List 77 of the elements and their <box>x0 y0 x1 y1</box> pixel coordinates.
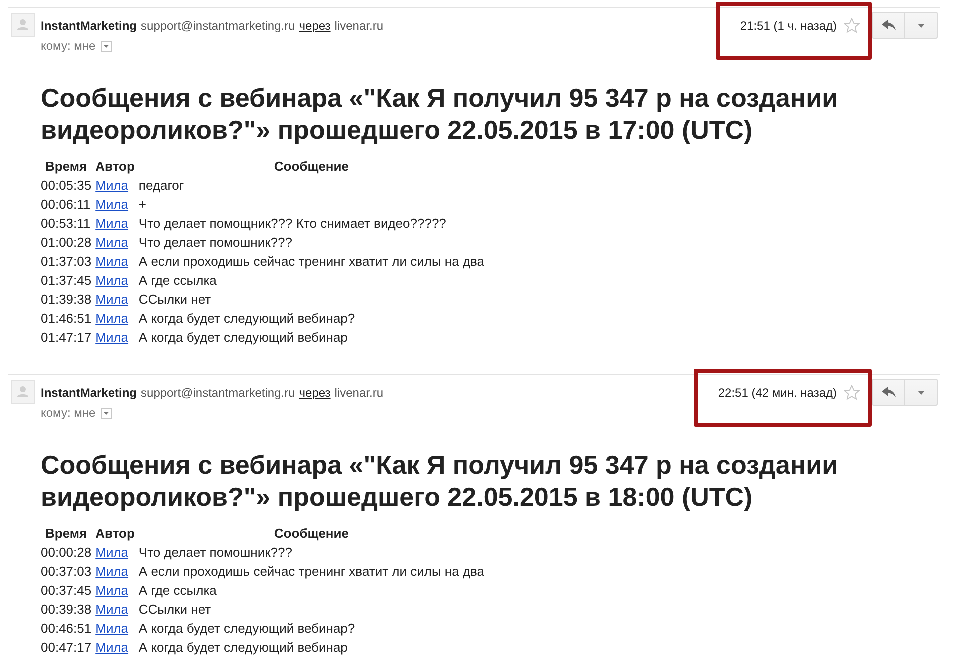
column-header: Сообщение <box>273 525 350 542</box>
reply-arrow-icon <box>882 20 896 31</box>
via-link[interactable]: через <box>299 19 331 33</box>
sender-name: InstantMarketing <box>41 19 138 33</box>
author-link[interactable]: Мила <box>96 545 129 560</box>
author-link[interactable]: Мила <box>96 330 129 345</box>
message-cell-text: А когда будет следующий вебинар? <box>138 310 356 327</box>
author-link[interactable]: Мила <box>96 583 129 598</box>
message-cell: А если проходишь сейчас тренинг хватит ли силы на два <box>138 563 486 580</box>
recipient-label: кому: мне <box>41 405 96 421</box>
avatar-icon <box>11 380 35 404</box>
time-cell: 01:00:28 <box>40 234 93 251</box>
reply-button[interactable] <box>872 379 905 406</box>
via-domain: livenar.ru <box>334 19 384 33</box>
time-cell: 01:39:38 <box>40 291 93 308</box>
author-link[interactable]: Мила <box>96 178 129 193</box>
message-cell-text: Что делает помощник??? Кто снимает видео????? <box>138 215 448 232</box>
message-cell-text: Что делает помошник??? <box>138 544 294 561</box>
avatar-icon <box>11 13 35 37</box>
author-link[interactable]: Мила <box>96 254 129 269</box>
author-link[interactable]: Мила <box>96 640 129 655</box>
author-link[interactable]: Мила <box>96 235 129 250</box>
author-link[interactable]: Мила <box>96 564 129 579</box>
time-cell-text: 00:06:11 <box>40 196 92 213</box>
caret-icon <box>918 24 924 28</box>
column-header: Автор <box>94 525 136 542</box>
caret-icon[interactable] <box>100 40 112 52</box>
column-header: Время <box>44 525 88 542</box>
message-cell-text: Что делает помошник??? <box>138 234 294 251</box>
message-cell-text: А где ссылка <box>138 582 218 599</box>
time-cell: 01:46:51 <box>40 310 93 327</box>
column-header: Автор <box>94 158 136 175</box>
reply-button[interactable] <box>872 12 905 39</box>
message-time: 21:51 (1 ч. назад) <box>740 18 837 34</box>
sender-email: support@instantmarketing.ru <box>141 19 296 33</box>
author-link[interactable]: Мила <box>96 197 129 212</box>
star-icon[interactable] <box>844 18 860 34</box>
author-link[interactable]: Мила <box>96 311 129 326</box>
message-cell-text: А когда будет следующий вебинар <box>138 639 349 656</box>
sender-email: support@instantmarketing.ru <box>141 386 296 400</box>
caret-icon <box>918 390 924 394</box>
recipient-label: кому: мне <box>41 38 96 54</box>
sender-name: InstantMarketing <box>41 386 138 400</box>
column-header: Сообщение <box>273 158 350 175</box>
time-cell: 00:37:03 <box>40 563 93 580</box>
time-cell: 00:37:45 <box>40 582 93 599</box>
time-cell-text: 00:53:11 <box>40 215 92 232</box>
message-title: Сообщения с вебинара «"Как Я получил 95 347 р на создании видеороликов?"» прошедшего 22.05.2015 в 17:00 (UTC) <box>41 82 840 146</box>
time-cell: 01:37:45 <box>40 272 93 289</box>
message-time: 22:51 (42 мин. назад) <box>718 385 837 401</box>
message-cell-text: А где ссылка <box>138 272 218 289</box>
time-cell: 00:46:51 <box>40 620 93 637</box>
author-link[interactable]: Мила <box>96 292 129 307</box>
message-cell-text: педагог <box>138 177 186 194</box>
author-link[interactable]: Мила <box>96 273 129 288</box>
message-title: Сообщения с вебинара «"Как Я получил 95 347 р на создании видеороликов?"» прошедшего 22.05.2015 в 18:00 (UTC) <box>41 449 840 513</box>
column-header: Время <box>44 158 88 175</box>
message-cell-text: ССылки нет <box>138 601 212 618</box>
time-cell: 00:39:38 <box>40 601 93 618</box>
message-cell-text: ССылки нет <box>138 291 212 308</box>
message-cell: А если проходишь сейчас тренинг хватит ли силы на два <box>138 253 486 270</box>
message-cell-text: А когда будет следующий вебинар? <box>138 620 356 637</box>
author-link[interactable]: Мила <box>96 216 129 231</box>
time-cell: 01:47:17 <box>40 329 93 346</box>
reply-arrow-icon <box>882 387 896 398</box>
caret-icon[interactable] <box>100 408 112 418</box>
author-link[interactable]: Мила <box>96 621 129 636</box>
message-cell-text: + <box>138 196 148 213</box>
via-domain: livenar.ru <box>334 386 384 400</box>
time-cell: 00:00:28 <box>40 544 93 561</box>
via-link[interactable]: через <box>299 386 331 400</box>
time-cell: 00:05:35 <box>40 177 93 194</box>
author-link[interactable]: Мила <box>96 602 129 617</box>
time-cell: 00:47:17 <box>40 639 93 656</box>
time-cell: 01:37:03 <box>40 253 93 270</box>
star-icon[interactable] <box>844 385 860 401</box>
message-cell-text: А когда будет следующий вебинар <box>138 329 349 346</box>
